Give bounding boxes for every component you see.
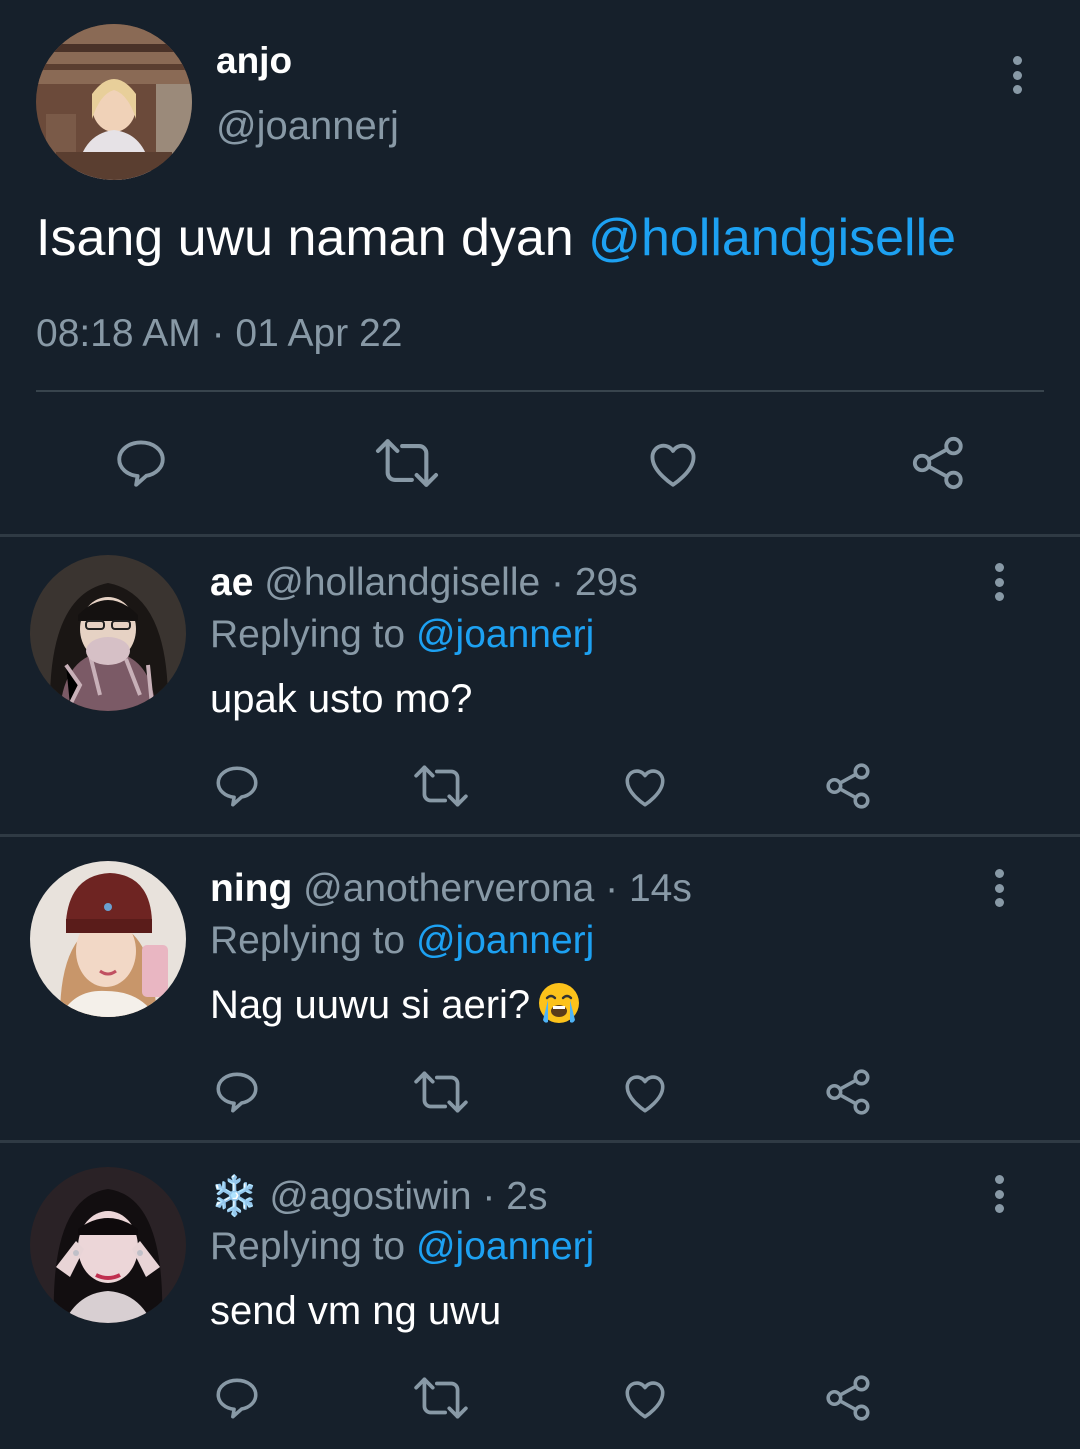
more-options-icon[interactable] [984, 869, 1014, 907]
like-icon[interactable] [644, 434, 702, 492]
separator-dot: · [594, 867, 629, 910]
more-options-icon[interactable] [984, 563, 1014, 601]
separator-dot: · [540, 561, 575, 604]
author-handle[interactable]: @joannerj [216, 104, 399, 149]
replying-to-mention[interactable]: @joannerj [416, 613, 594, 656]
replying-to-mention[interactable]: @joannerj [416, 919, 594, 962]
retweet-icon[interactable] [412, 1373, 470, 1423]
tweet-text: Isang uwu naman dyan @hollandgiselle [36, 208, 956, 268]
share-icon[interactable] [910, 434, 968, 492]
more-options-icon[interactable] [984, 1175, 1014, 1213]
share-icon[interactable] [824, 761, 874, 811]
like-icon[interactable] [620, 1067, 670, 1117]
reply-author-name[interactable]: ae [210, 561, 253, 604]
reply-author-name[interactable]: ❄️ [210, 1175, 259, 1218]
divider [0, 834, 1080, 837]
reply-icon[interactable] [212, 1067, 262, 1117]
replying-to: Replying to @joannerj [210, 613, 594, 657]
share-icon[interactable] [824, 1373, 874, 1423]
replying-to: Replying to @joannerj [210, 1225, 594, 1269]
retweet-icon[interactable] [412, 1067, 470, 1117]
reply-avatar[interactable] [30, 555, 186, 711]
like-icon[interactable] [620, 1373, 670, 1423]
replying-to-label: Replying to [210, 613, 416, 656]
retweet-icon[interactable] [412, 761, 470, 811]
author-avatar[interactable] [36, 24, 192, 180]
reply-header: ae @hollandgiselle · 29s [210, 561, 638, 605]
share-icon[interactable] [824, 1067, 874, 1117]
replying-to-mention[interactable]: @joannerj [416, 1225, 594, 1268]
main-tweet: anjo @joannerj Isang uwu naman dyan @hol… [0, 0, 1080, 534]
author-name[interactable]: anjo [216, 40, 292, 82]
reply-tweet[interactable]: ❄️ @agostiwin · 2s Replying to @joannerj… [0, 1149, 1080, 1449]
reply-tweet[interactable]: ning @anotherverona · 14s Replying to @j… [0, 843, 1080, 1143]
reply-tweet[interactable]: ae @hollandgiselle · 29s Replying to @jo… [0, 537, 1080, 837]
reply-text-body: Nag uuwu si aeri? [210, 983, 531, 1027]
divider [36, 390, 1044, 392]
reply-text: send vm ng uwu [210, 1289, 502, 1333]
reply-author-handle[interactable]: @hollandgiselle [264, 561, 540, 604]
replying-to-label: Replying to [210, 1225, 416, 1268]
reply-time: 14s [628, 867, 692, 910]
reply-author-handle[interactable]: @agostiwin [269, 1175, 471, 1218]
reply-icon[interactable] [212, 761, 262, 811]
reply-time: 29s [574, 561, 638, 604]
reply-icon[interactable] [212, 1373, 262, 1423]
reply-header: ❄️ @agostiwin · 2s [210, 1173, 547, 1219]
reply-author-name[interactable]: ning [210, 867, 292, 910]
reply-author-handle[interactable]: @anotherverona [303, 867, 594, 910]
reply-time: 2s [506, 1175, 548, 1218]
reply-text: upak usto mo? [210, 677, 473, 721]
like-icon[interactable] [620, 761, 670, 811]
reply-avatar[interactable] [30, 1167, 186, 1323]
reply-icon[interactable] [112, 434, 170, 492]
replying-to-label: Replying to [210, 919, 416, 962]
reply-text: Nag uuwu si aeri? [210, 983, 582, 1030]
tweet-timestamp: 08:18 AM · 01 Apr 22 [36, 312, 403, 355]
retweet-icon[interactable] [372, 434, 442, 492]
reply-avatar[interactable] [30, 861, 186, 1017]
tweet-body: Isang uwu naman dyan [36, 209, 589, 267]
more-options-icon[interactable] [1002, 56, 1032, 94]
tweet-mention[interactable]: @hollandgiselle [588, 209, 956, 267]
reply-header: ning @anotherverona · 14s [210, 867, 692, 911]
loudly-crying-face-icon [536, 980, 582, 1026]
replying-to: Replying to @joannerj [210, 919, 594, 963]
separator-dot: · [471, 1175, 507, 1218]
divider [0, 1140, 1080, 1143]
